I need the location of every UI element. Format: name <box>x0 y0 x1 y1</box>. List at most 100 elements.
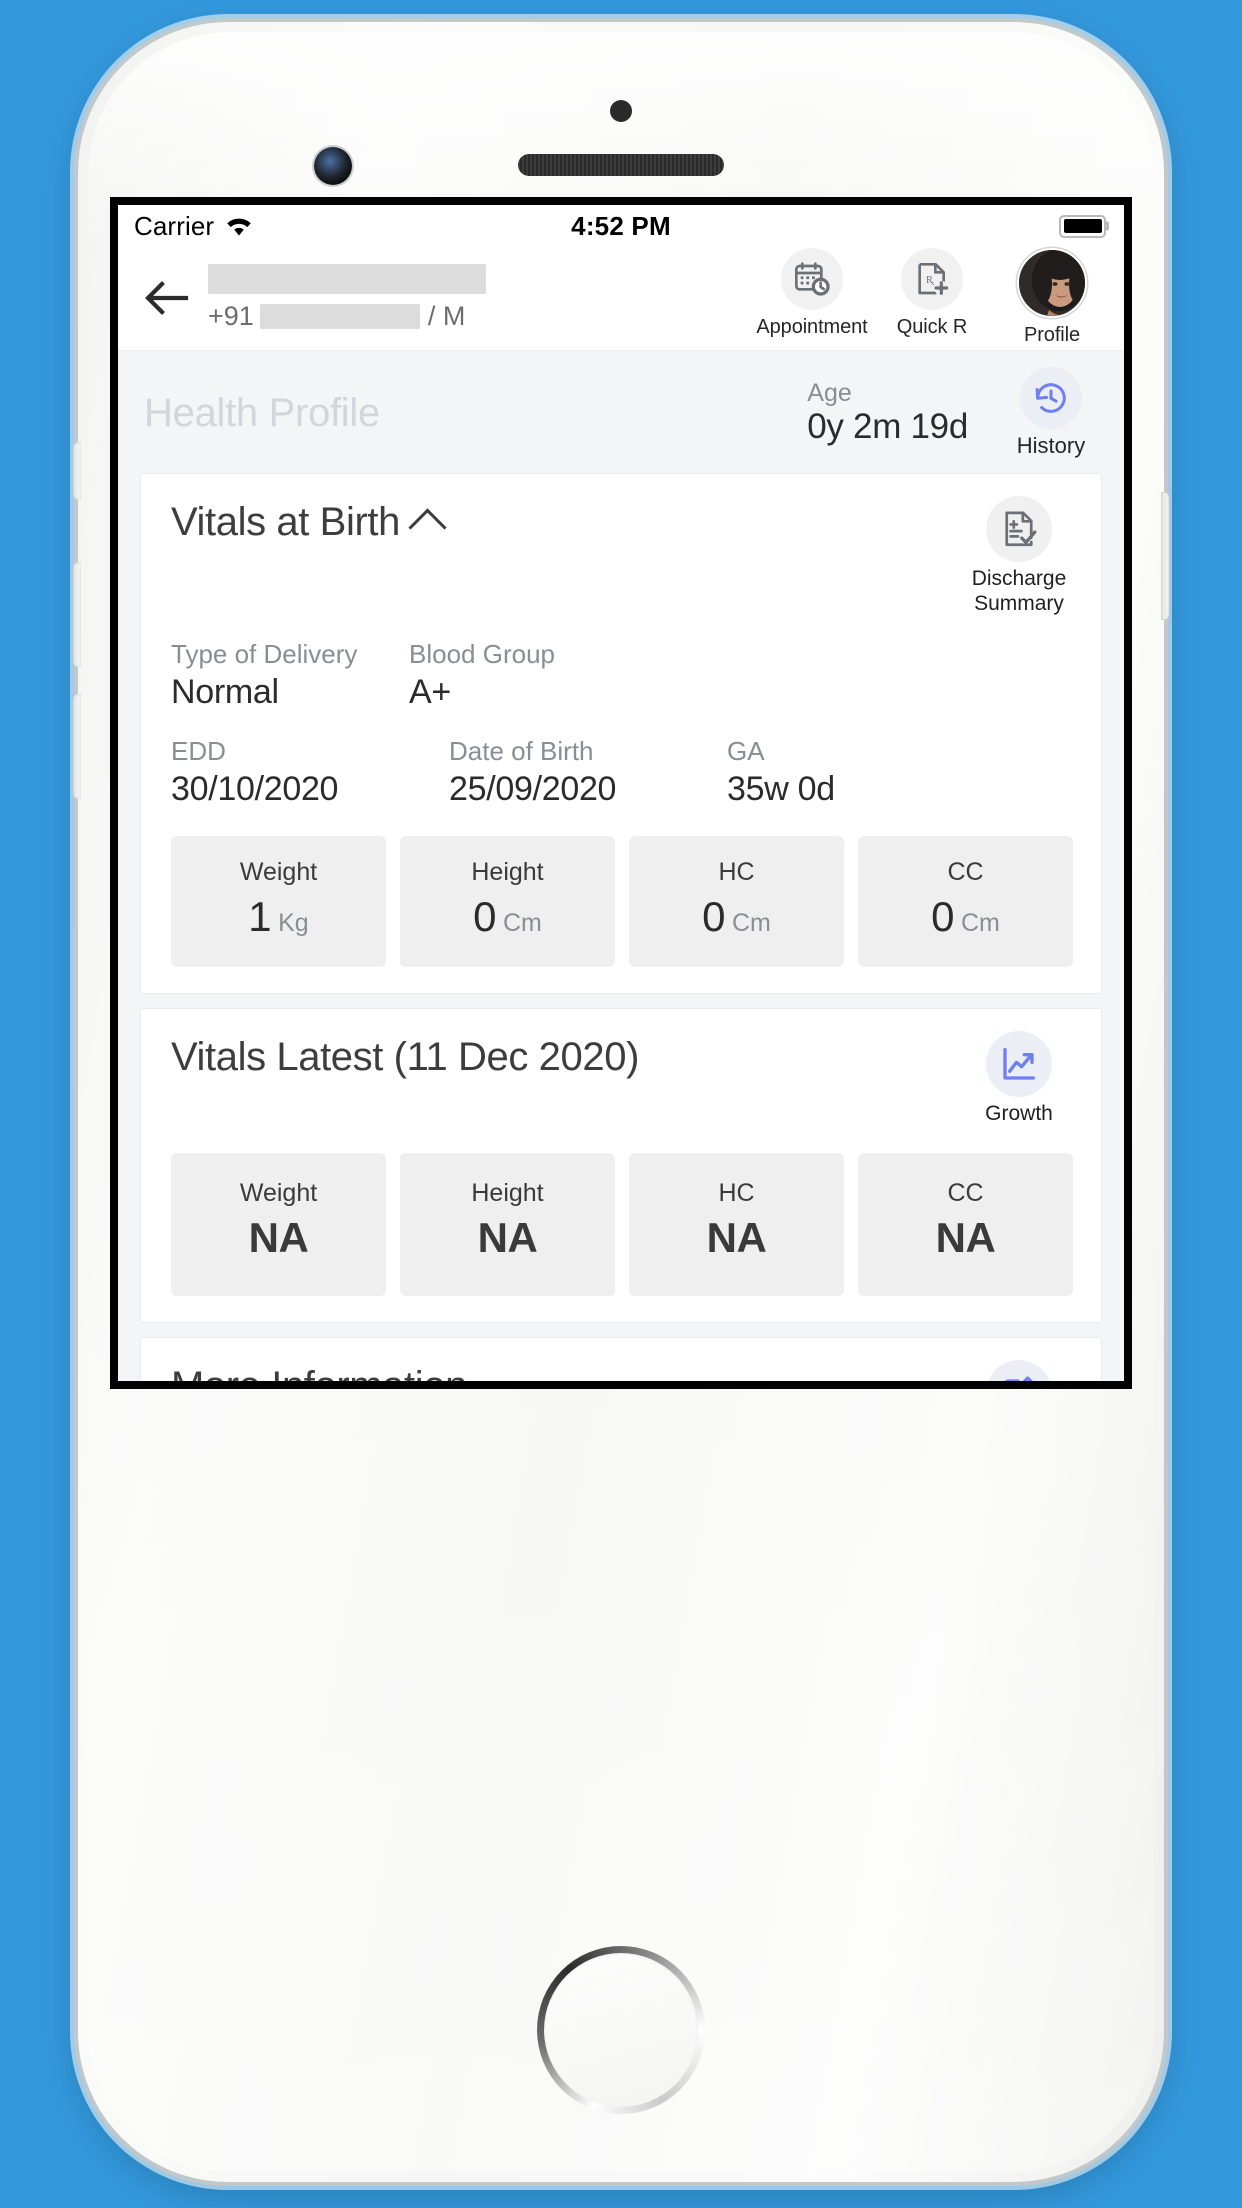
phone-device-frame: Carrier 4:52 PM +91 / M Appointment R x … <box>73 22 1169 2182</box>
home-button[interactable] <box>537 1946 705 2114</box>
vitals-latest-tiles: Weight NA Height NA HC NA CC NA <box>171 1152 1073 1296</box>
discharge-summary-button[interactable]: Discharge Summary <box>965 496 1073 616</box>
history-button[interactable]: History <box>1004 367 1098 459</box>
quick-rx-button[interactable]: R x Quick R <box>884 248 980 339</box>
app-navbar: +91 / M Appointment R x Quick R Profile <box>118 247 1124 351</box>
front-camera-icon <box>610 100 632 122</box>
field-value: A+ <box>409 672 451 711</box>
camera-lens-icon <box>314 147 352 185</box>
tile-unit: Cm <box>731 909 771 938</box>
tile-number: 1 <box>248 893 272 941</box>
growth-chart-icon <box>1003 1048 1035 1081</box>
power-button[interactable] <box>1161 492 1169 620</box>
tile-height-birth[interactable]: Height 0 Cm <box>400 836 615 968</box>
tile-number: 0 <box>702 893 725 941</box>
tile-unit: Kg <box>278 909 309 938</box>
calendar-clock-icon <box>794 262 830 296</box>
tile-unit: Cm <box>960 909 1000 938</box>
navbar-actions: Appointment R x Quick R Profile <box>756 248 1102 347</box>
growth-icon-bg <box>986 1031 1052 1098</box>
vitals-latest-header: Vitals Latest (11 Dec 2020) Growth <box>171 1031 1073 1126</box>
page-title: Health Profile <box>144 390 380 435</box>
tile-label: Weight <box>239 858 318 887</box>
more-information-header: More Information Edit <box>171 1359 1073 1381</box>
tile-hc-birth[interactable]: HC 0 Cm <box>629 836 844 968</box>
field-ga: GA 35w 0d <box>727 735 835 810</box>
field-label: Blood Group <box>409 639 555 670</box>
tile-cc-birth[interactable]: CC 0 Cm <box>858 836 1073 968</box>
battery-full-icon <box>1059 214 1106 238</box>
appointment-button[interactable]: Appointment <box>756 248 868 339</box>
tile-value: 0 Cm <box>931 893 1000 941</box>
ios-status-bar: Carrier 4:52 PM <box>118 205 1124 247</box>
patient-phone-row: +91 / M <box>208 301 764 332</box>
field-value: 35w 0d <box>727 769 835 808</box>
tile-weight-birth[interactable]: Weight 1 Kg <box>171 836 386 968</box>
more-information-title: More Information <box>171 1364 467 1381</box>
status-bar-left: Carrier <box>134 211 255 242</box>
vitals-birth-header: Vitals at Birth Discharge Summary <box>171 496 1073 616</box>
silent-switch[interactable] <box>73 442 81 500</box>
history-clock-icon <box>1035 383 1066 413</box>
vitals-birth-tiles: Weight 1 Kg Height 0 Cm HC 0 Cm CC 0 Cm <box>171 836 1073 968</box>
field-date-of-birth: Date of Birth 25/09/2020 <box>449 735 727 810</box>
age-label: Age <box>807 378 852 407</box>
tile-height-latest[interactable]: Height NA <box>400 1152 615 1296</box>
field-blood-group: Blood Group A+ <box>409 638 647 713</box>
vitals-at-birth-card: Vitals at Birth Discharge Summary Type o… <box>140 473 1102 995</box>
volume-up-button[interactable] <box>73 562 81 667</box>
screen-bezel: Carrier 4:52 PM +91 / M Appointment R x … <box>110 197 1132 1389</box>
tile-hc-latest[interactable]: HC NA <box>629 1152 844 1296</box>
tile-label: Height <box>471 858 544 887</box>
tile-label: CC <box>947 858 984 887</box>
tile-value: 1 Kg <box>248 893 308 941</box>
tile-cc-latest[interactable]: CC NA <box>858 1152 1073 1296</box>
screen-content[interactable]: Health Profile Age 0y 2m 19d History Vit… <box>118 351 1124 1381</box>
discharge-summary-label: Discharge Summary <box>971 567 1067 616</box>
tile-label: Height <box>471 1178 544 1207</box>
carrier-label: Carrier <box>134 210 215 241</box>
edit-icon-bg <box>986 1359 1052 1381</box>
phone-screen: Carrier 4:52 PM +91 / M Appointment R x … <box>118 205 1124 1381</box>
growth-button[interactable]: Growth <box>965 1031 1073 1126</box>
profile-button[interactable]: Profile <box>1004 248 1100 347</box>
history-icon-bg <box>1020 367 1082 429</box>
profile-label: Profile <box>1024 324 1080 346</box>
discharge-summary-icon <box>1005 511 1037 547</box>
field-label: EDD <box>171 736 226 767</box>
tile-label: HC <box>718 858 755 887</box>
tile-number: 0 <box>473 893 496 941</box>
vitals-birth-title-group[interactable]: Vitals at Birth <box>171 500 447 547</box>
back-button[interactable] <box>138 270 194 326</box>
patient-gender: / M <box>427 300 466 331</box>
health-profile-strip: Health Profile Age 0y 2m 19d History <box>118 351 1124 473</box>
edit-button[interactable]: Edit <box>965 1359 1073 1381</box>
more-information-card: More Information Edit Allergies: None <box>140 1336 1102 1381</box>
vitals-birth-row-2: EDD 30/10/2020 Date of Birth 25/09/2020 … <box>171 735 1073 810</box>
tile-weight-latest[interactable]: Weight NA <box>171 1152 386 1296</box>
tile-number: NA <box>248 1213 309 1261</box>
field-label: Date of Birth <box>449 736 594 767</box>
earpiece-speaker <box>518 154 724 176</box>
tile-value: 0 Cm <box>473 893 542 941</box>
age-value: 0y 2m 19d <box>807 407 968 447</box>
quick-rx-label: Quick R <box>896 316 968 338</box>
appointment-icon-bg <box>781 248 843 310</box>
volume-down-button[interactable] <box>73 694 81 799</box>
vitals-birth-title: Vitals at Birth <box>171 500 400 544</box>
field-value: Normal <box>171 672 279 711</box>
chevron-up-icon[interactable] <box>408 508 447 547</box>
field-value: 25/09/2020 <box>449 769 617 808</box>
appointment-label: Appointment <box>756 316 868 338</box>
back-arrow-icon <box>145 280 189 315</box>
field-edd: EDD 30/10/2020 <box>171 735 449 810</box>
tile-value: 0 Cm <box>702 893 771 941</box>
home-button-inner <box>544 1953 698 2107</box>
patient-identity[interactable]: +91 / M <box>200 263 764 332</box>
tile-unit: Cm <box>502 909 542 938</box>
discharge-summary-icon-bg <box>986 496 1052 562</box>
quick-rx-icon-bg: R x <box>901 248 963 310</box>
patient-name-redacted <box>208 263 486 294</box>
phone-country-code: +91 <box>208 300 254 331</box>
field-type-of-delivery: Type of Delivery Normal <box>171 638 409 713</box>
